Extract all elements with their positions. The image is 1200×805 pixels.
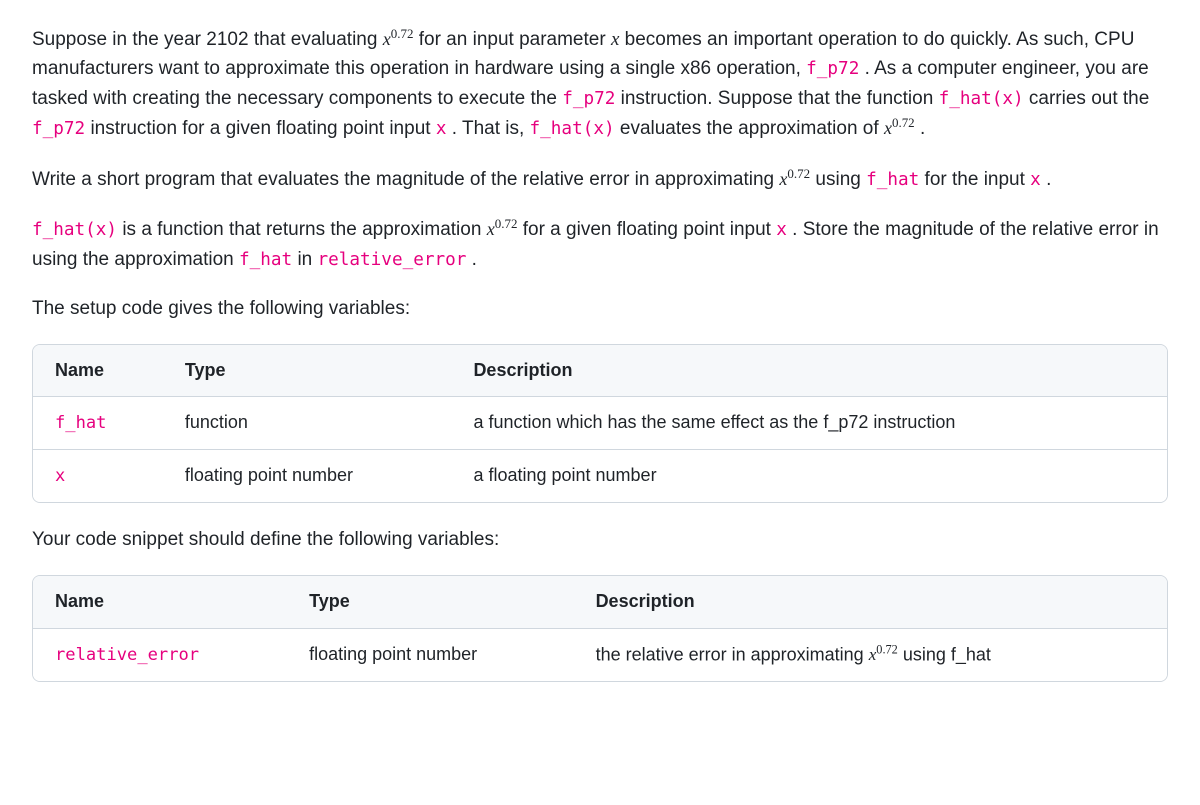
code-fp72: f_p72 (562, 89, 615, 109)
code-fp72: f_p72 (806, 59, 859, 79)
col-name: Name (33, 576, 287, 628)
output-variables-table: Name Type Description relative_error flo… (32, 575, 1168, 682)
math-x-072: x0.72 (487, 219, 518, 239)
problem-paragraph-3: f_hat(x) is a function that returns the … (32, 214, 1168, 274)
col-type: Type (163, 345, 452, 397)
code-x: x (1030, 170, 1041, 190)
table-row: relative_error floating point number the… (33, 628, 1167, 681)
var-type: floating point number (287, 628, 574, 681)
text: . That is, (452, 118, 530, 139)
var-desc: a function which has the same effect as … (451, 397, 1167, 450)
text: . (1046, 169, 1051, 190)
text: carries out the (1029, 88, 1149, 109)
code-fhatx: f_hat(x) (32, 220, 117, 240)
text: . (920, 118, 925, 139)
col-description: Description (574, 576, 1167, 628)
text: Write a short program that evaluates the… (32, 169, 779, 190)
text: for an input parameter (419, 29, 611, 50)
setup-variables-heading: The setup code gives the following varia… (32, 294, 1168, 323)
setup-variables-table: Name Type Description f_hat function a f… (32, 344, 1168, 504)
math-x-072: x0.72 (884, 118, 915, 138)
code-fhatx: f_hat(x) (530, 119, 615, 139)
table-row: f_hat function a function which has the … (33, 397, 1167, 450)
text: instruction. Suppose that the function (621, 88, 939, 109)
problem-paragraph-1: Suppose in the year 2102 that evaluating… (32, 24, 1168, 144)
code-fhat: f_hat (866, 170, 919, 190)
col-type: Type (287, 576, 574, 628)
var-type: floating point number (163, 450, 452, 502)
code-x: x (436, 119, 447, 139)
table-row: x floating point number a floating point… (33, 450, 1167, 502)
math-x-072: x0.72 (383, 29, 414, 49)
problem-paragraph-2: Write a short program that evaluates the… (32, 164, 1168, 194)
var-name: x (55, 466, 65, 486)
math-x-072: x0.72 (779, 169, 810, 189)
text: . (472, 249, 477, 270)
text: Suppose in the year 2102 that evaluating (32, 29, 383, 50)
text: in (297, 249, 317, 270)
text: for the input (925, 169, 1031, 190)
code-fp72: f_p72 (32, 119, 85, 139)
math-x-072: x0.72 (869, 645, 898, 664)
var-desc: a floating point number (451, 450, 1167, 502)
table-header-row: Name Type Description (33, 576, 1167, 628)
code-relative-error: relative_error (318, 250, 467, 270)
code-x: x (776, 220, 787, 240)
text: evaluates the approximation of (620, 118, 884, 139)
var-type: function (163, 397, 452, 450)
var-name: relative_error (55, 645, 199, 665)
var-desc: the relative error in approximating x0.7… (574, 628, 1167, 681)
table-header-row: Name Type Description (33, 345, 1167, 397)
math-var-x: x (611, 29, 619, 50)
output-variables-heading: Your code snippet should define the foll… (32, 525, 1168, 554)
text: using (815, 169, 866, 190)
text: for a given floating point input (523, 219, 777, 240)
code-fhatx: f_hat(x) (939, 89, 1024, 109)
var-name: f_hat (55, 413, 106, 433)
code-fhat: f_hat (239, 250, 292, 270)
text: is a function that returns the approxima… (122, 219, 486, 240)
text: instruction for a given floating point i… (90, 118, 435, 139)
col-name: Name (33, 345, 163, 397)
col-description: Description (451, 345, 1167, 397)
